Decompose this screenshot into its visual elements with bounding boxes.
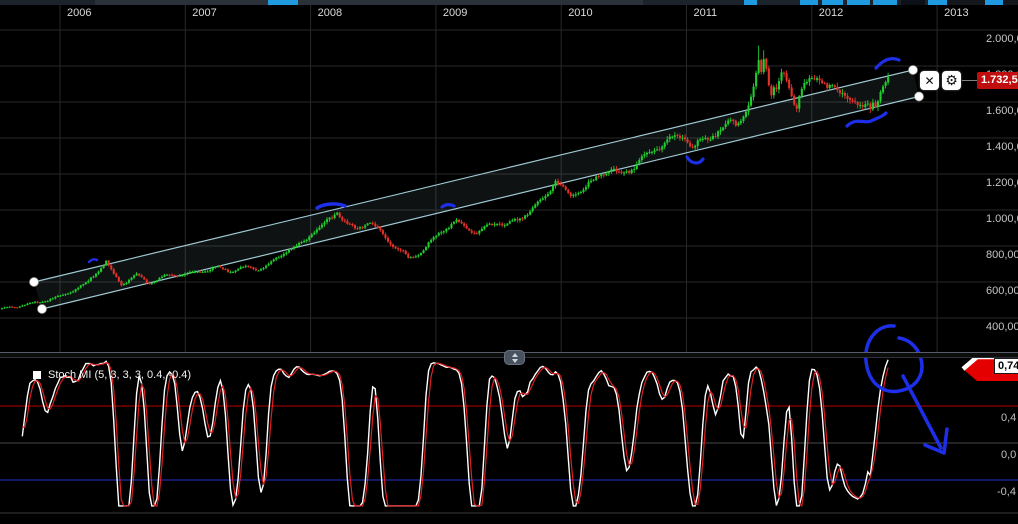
indicator-legend: Stoch MI (5, 3, 3, 3, 0.4, -0.4) <box>33 369 191 381</box>
price-axis-label: 800,00 <box>986 249 1018 261</box>
signal-line <box>22 363 888 506</box>
channel-close-button[interactable]: ✕ <box>920 71 939 90</box>
channel-handle[interactable] <box>30 278 39 287</box>
gear-icon: ⚙ <box>945 73 958 89</box>
price-axis-label: 1.600,00 <box>986 105 1018 117</box>
indicator-swatch <box>33 371 41 379</box>
badge-connector-line <box>962 80 977 81</box>
hand-drawing <box>903 376 941 448</box>
channel-settings-button[interactable]: ⚙ <box>942 71 961 90</box>
year-label: 2013 <box>944 7 968 19</box>
indicator-axis-label: -0,4 <box>997 486 1016 498</box>
indicator-value-box: 0,74 <box>994 358 1018 374</box>
oscillator-lines <box>22 360 888 506</box>
channel-handle[interactable] <box>38 305 47 314</box>
hand-drawing <box>847 113 886 126</box>
hand-drawing <box>89 259 97 262</box>
arrow-down-icon <box>512 359 518 363</box>
price-axis-label: 400,00 <box>986 321 1018 333</box>
price-axis-label: 1.400,00 <box>986 141 1018 153</box>
chart-window: 2006 2007 2008 2009 2010 2011 2012 2013 2.000,0… <box>0 0 1018 524</box>
channel-handle[interactable] <box>909 66 918 75</box>
last-price-badge: 1.732,50 <box>977 72 1018 89</box>
panel-collapse-button[interactable] <box>504 350 525 365</box>
hand-drawing <box>687 157 703 163</box>
year-label: 2008 <box>318 7 342 19</box>
year-label: 2010 <box>568 7 592 19</box>
year-label: 2006 <box>67 7 91 19</box>
indicator-axis-label: 0,0 <box>1001 449 1016 461</box>
arrow-up-icon <box>512 353 518 357</box>
indicator-label: Stoch MI (5, 3, 3, 3, 0.4, -0.4) <box>48 369 191 381</box>
year-label: 2007 <box>192 7 216 19</box>
indicator-axis-label: 0,4 <box>1001 412 1016 424</box>
year-label: 2011 <box>694 7 718 19</box>
price-axis-label: 1.200,00 <box>986 177 1018 189</box>
year-label: 2009 <box>443 7 467 19</box>
price-axis-label: 2.000,00 <box>986 33 1018 45</box>
price-axis-label: 600,00 <box>986 285 1018 297</box>
channel-handle[interactable] <box>915 92 924 101</box>
close-icon: ✕ <box>924 74 934 88</box>
price-axis-label: 1.000,00 <box>986 213 1018 225</box>
hand-drawing <box>876 59 899 68</box>
chart-canvas[interactable] <box>0 0 1018 524</box>
hand-drawing <box>866 326 922 392</box>
year-label: 2012 <box>819 7 843 19</box>
